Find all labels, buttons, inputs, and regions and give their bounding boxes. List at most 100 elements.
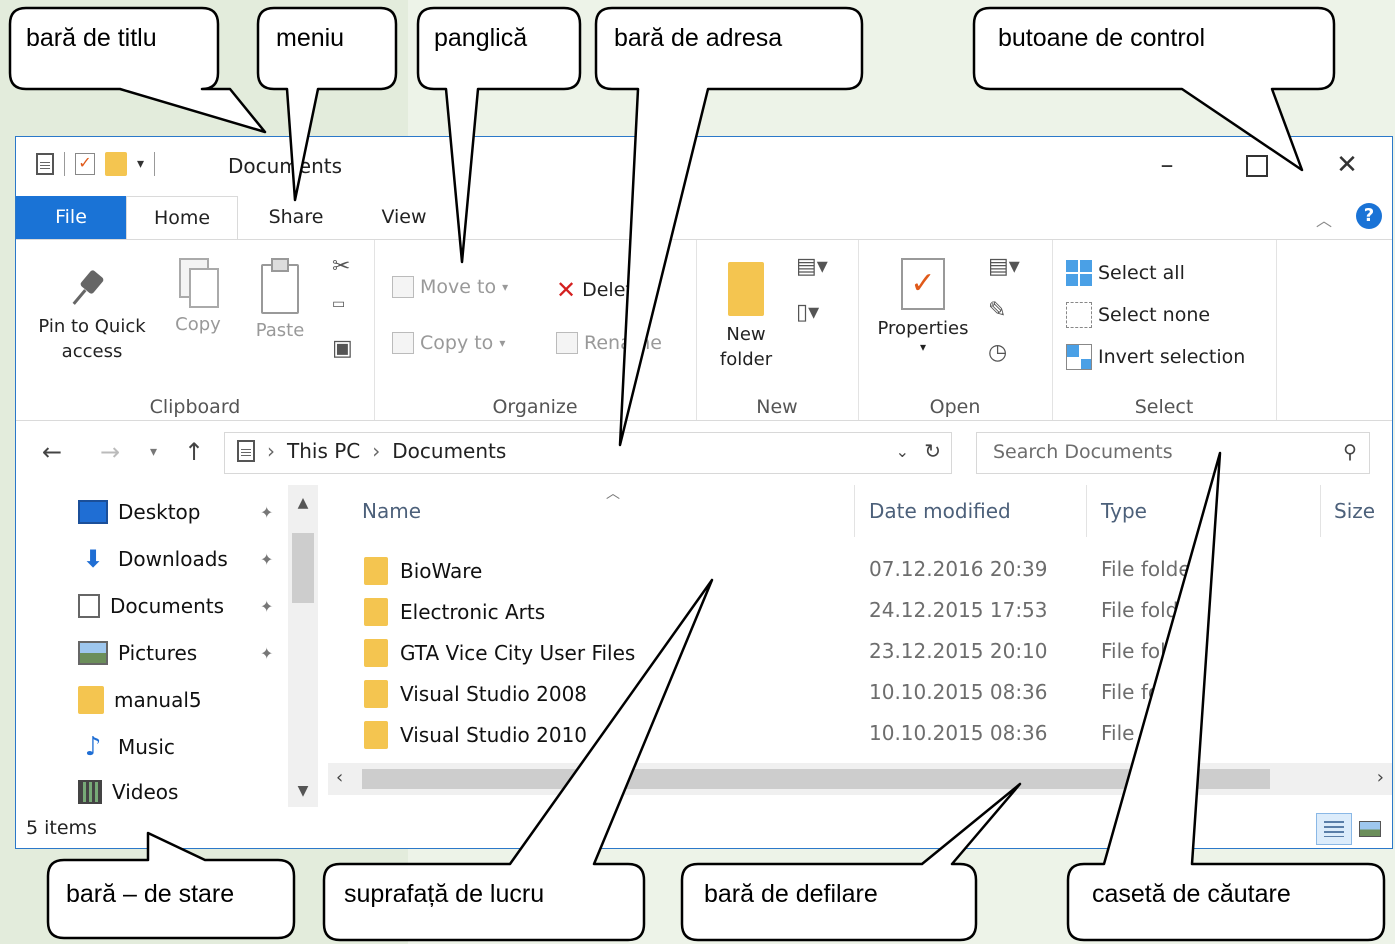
forward-arrow-icon[interactable]: → xyxy=(100,438,120,466)
paste-shortcut-icon[interactable]: ▣ xyxy=(332,336,353,361)
file-date: 23.12.2015 20:10 xyxy=(869,639,1048,663)
pin-icon xyxy=(72,268,112,308)
collapse-ribbon-icon[interactable]: ︿ xyxy=(1316,207,1332,231)
select-all-label: Select all xyxy=(1098,262,1185,284)
table-row[interactable]: Visual Studio 2008 10.10.2015 08:36 File f… xyxy=(328,671,1392,712)
refresh-icon[interactable]: ↻ xyxy=(924,439,941,463)
scroll-right-icon[interactable]: › xyxy=(1377,767,1384,788)
folder-icon xyxy=(78,686,104,714)
scroll-thumb[interactable] xyxy=(362,769,1270,789)
column-type[interactable]: Type xyxy=(1101,499,1147,523)
customize-toolbar-caret-icon[interactable]: ▾ xyxy=(137,156,144,172)
rename-button[interactable]: Rename xyxy=(556,332,662,354)
callout-address-bar: bară de adresa xyxy=(614,24,783,52)
back-arrow-icon[interactable]: ← xyxy=(42,438,62,466)
select-group-label: Select xyxy=(1134,396,1194,418)
move-to-button[interactable]: Move to ▾ xyxy=(392,276,508,298)
nav-label: Music xyxy=(118,735,175,759)
file-name: Visual Studio 2010 xyxy=(400,723,588,747)
column-divider[interactable] xyxy=(1320,485,1321,537)
close-button[interactable]: ✕ xyxy=(1302,137,1392,195)
column-date-modified[interactable]: Date modified xyxy=(869,499,1011,523)
pin-to-quick-access-button[interactable]: Pin to Quick access xyxy=(28,268,156,364)
cut-icon[interactable]: ✂ xyxy=(332,254,350,279)
scroll-up-icon[interactable]: ▲ xyxy=(288,495,318,511)
search-icon: ⚲ xyxy=(1343,441,1357,463)
nav-vertical-scrollbar[interactable]: ▲ ▼ xyxy=(288,485,318,807)
recent-locations-icon[interactable]: ▾ xyxy=(150,444,157,460)
pin-icon[interactable]: ✦ xyxy=(260,597,273,616)
large-icons-view-icon[interactable] xyxy=(1352,813,1388,845)
dropdown-caret-icon: ▾ xyxy=(650,283,657,297)
copy-button[interactable]: Copy xyxy=(164,258,232,337)
new-folder-icon xyxy=(728,262,764,316)
table-row[interactable]: GTA Vice City User Files 23.12.2015 20:10… xyxy=(328,630,1392,671)
maximize-button[interactable] xyxy=(1212,137,1302,195)
copy-to-button[interactable]: Copy to ▾ xyxy=(392,332,505,354)
nav-item-music[interactable]: ♪ Music xyxy=(78,725,175,769)
title-bar: ✓ ▾ Documents – ✕ xyxy=(16,137,1392,195)
delete-button[interactable]: ✕ Delete ▾ xyxy=(556,276,657,304)
address-row: ← → ▾ ↑ › This PC › Documents ⌄ ↻ Search… xyxy=(16,420,1392,484)
checkmark-icon[interactable]: ✓ xyxy=(75,153,95,175)
address-bar[interactable]: › This PC › Documents ⌄ ↻ xyxy=(224,432,952,474)
edit-icon[interactable]: ✎ xyxy=(988,298,1006,323)
scroll-thumb[interactable] xyxy=(292,533,314,603)
horizontal-scrollbar[interactable]: ‹ › xyxy=(328,763,1392,795)
breadcrumb-this-pc[interactable]: This PC xyxy=(287,439,360,463)
copy-path-icon[interactable]: ▭ xyxy=(332,296,345,312)
new-item-icon[interactable]: ▤▾ xyxy=(796,254,828,279)
address-dropdown-icon[interactable]: ⌄ xyxy=(896,442,909,461)
tab-share[interactable]: Share xyxy=(256,196,336,239)
nav-item-desktop[interactable]: Desktop xyxy=(78,490,200,534)
properties-button[interactable]: ✓ Properties ▾ xyxy=(868,258,978,353)
help-icon[interactable]: ? xyxy=(1356,203,1382,229)
group-organize: Move to ▾ ✕ Delete ▾ Copy to ▾ Rename Or… xyxy=(374,240,697,420)
select-none-button[interactable]: Select none xyxy=(1066,302,1210,328)
nav-item-pictures[interactable]: Pictures xyxy=(78,631,197,675)
paste-button[interactable]: Paste xyxy=(244,258,316,343)
column-divider[interactable] xyxy=(1086,485,1087,537)
tab-view[interactable]: View xyxy=(368,196,440,239)
new-group-label: New xyxy=(756,396,798,418)
history-icon[interactable]: ◷ xyxy=(988,340,1007,365)
minimize-button[interactable]: – xyxy=(1122,137,1212,195)
group-new: New folder ▤▾ ▯▾ New xyxy=(696,240,859,420)
tab-file[interactable]: File xyxy=(16,196,126,239)
scroll-down-icon[interactable]: ▼ xyxy=(288,783,318,799)
pin-icon[interactable]: ✦ xyxy=(260,644,273,663)
breadcrumb-documents[interactable]: Documents xyxy=(392,439,506,463)
select-all-button[interactable]: Select all xyxy=(1066,260,1185,286)
column-name[interactable]: Name xyxy=(362,499,421,523)
nav-item-downloads[interactable]: ⬇ Downloads xyxy=(78,537,228,581)
new-folder-button[interactable]: New folder xyxy=(706,262,786,372)
file-name: GTA Vice City User Files xyxy=(400,641,636,665)
search-input[interactable]: Search Documents ⚲ xyxy=(976,432,1370,474)
details-view-icon[interactable] xyxy=(1316,813,1352,845)
table-row[interactable]: Visual Studio 2010 10.10.2015 08:36 File f xyxy=(328,712,1392,753)
callout-status-bar: bară – de stare xyxy=(66,880,235,908)
column-divider[interactable] xyxy=(854,485,855,537)
invert-selection-label: Invert selection xyxy=(1098,346,1246,368)
new-folder-small-icon[interactable] xyxy=(105,152,127,176)
pin-icon[interactable]: ✦ xyxy=(260,550,273,569)
scroll-left-icon[interactable]: ‹ xyxy=(336,767,343,788)
pin-icon[interactable]: ✦ xyxy=(260,503,273,522)
group-select: Select all Select none Invert selection … xyxy=(1052,240,1277,420)
column-size[interactable]: Size xyxy=(1334,499,1375,523)
properties-small-icon[interactable] xyxy=(36,153,54,175)
file-type: File f xyxy=(1101,721,1148,745)
nav-item-manual5[interactable]: manual5 xyxy=(78,678,202,722)
table-row[interactable]: BioWare 07.12.2016 20:39 File folde xyxy=(328,548,1392,589)
window-title: Documents xyxy=(228,154,343,178)
easy-access-icon[interactable]: ▯▾ xyxy=(796,300,819,325)
breadcrumb-separator-icon: › xyxy=(267,439,275,463)
tab-home[interactable]: Home xyxy=(126,196,238,240)
invert-selection-button[interactable]: Invert selection xyxy=(1066,344,1245,370)
table-row[interactable]: Electronic Arts 24.12.2015 17:53 File fold xyxy=(328,589,1392,630)
open-icon[interactable]: ▤▾ xyxy=(988,254,1020,279)
nav-item-documents[interactable]: Documents xyxy=(78,584,224,628)
file-list: ︿ Name Date modified Type Size BioWare 07… xyxy=(328,485,1392,807)
up-arrow-icon[interactable]: ↑ xyxy=(184,438,204,466)
status-bar: 5 items xyxy=(16,807,1392,848)
